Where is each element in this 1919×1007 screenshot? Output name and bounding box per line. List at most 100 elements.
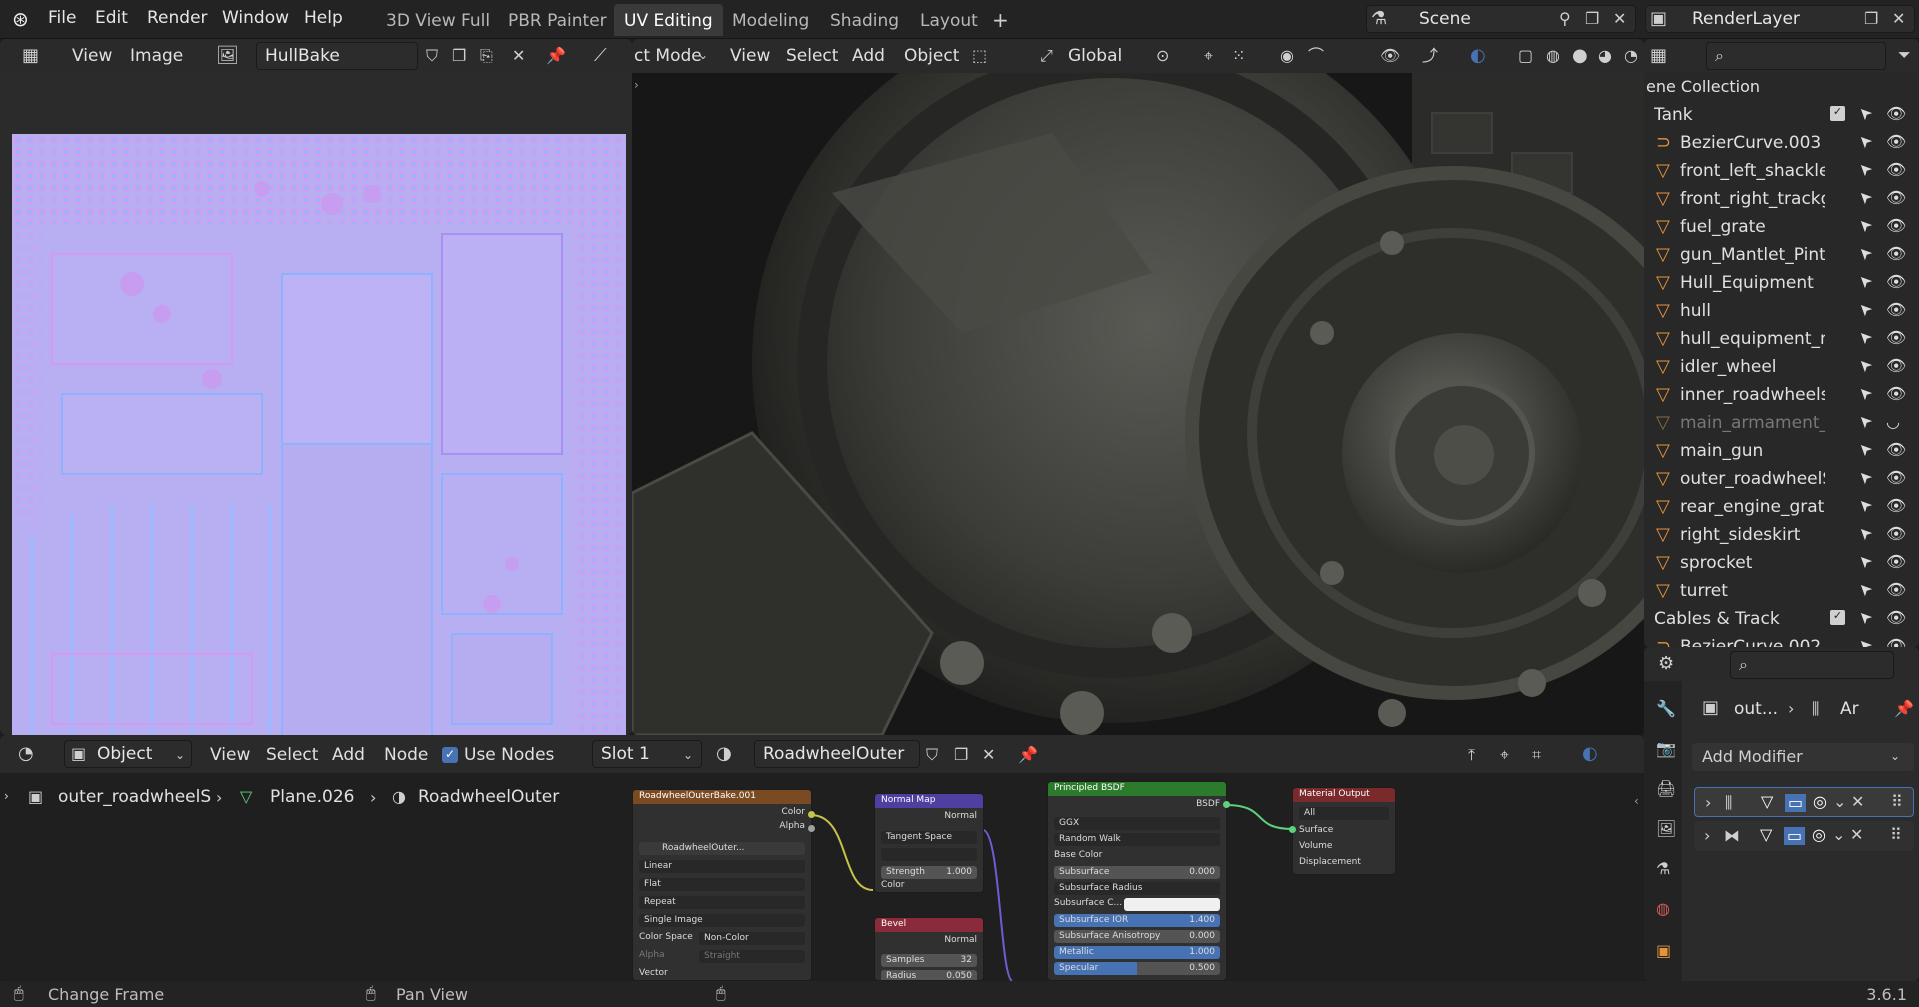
menu-image[interactable]: Image [130,46,183,66]
pivot-point-icon[interactable]: ⊙ [1156,48,1169,64]
selectable-icon[interactable]: ➤ [1853,550,1876,573]
view-layer-selector[interactable]: ▣ RenderLayer ❐ ✕ [1645,5,1915,33]
chevron-right-icon[interactable]: › [634,79,639,91]
principled-bsdf-node[interactable]: Principled BSDF BSDF GGX Random Walk Bas… [1047,781,1227,981]
scene-tab-icon[interactable]: ⚗ [1656,861,1670,877]
selectable-icon[interactable]: ➤ [1853,186,1876,209]
add-modifier-button[interactable]: Add Modifier ⌄ [1692,743,1914,771]
selectable-icon[interactable]: ➤ [1853,102,1876,125]
selectable-icon[interactable]: ➤ [1853,438,1876,461]
pin-icon[interactable]: 📌 [1894,701,1914,717]
visibility-eye-icon[interactable]: 👁 [1886,552,1906,571]
source-dropdown[interactable]: Single Image [639,914,805,927]
tab-shading[interactable]: Shading [820,4,909,36]
chevron-right-icon[interactable]: › [1704,828,1710,844]
material-output-node[interactable]: Material Output All Surface Volume Displ… [1292,787,1396,875]
socket[interactable] [808,811,815,818]
menu-edit[interactable]: Edit [95,8,128,28]
tab-3d-view-full[interactable]: 3D View Full [376,4,500,36]
snap-icon[interactable]: ⌖ [1204,48,1213,64]
subsurface-ior-slider[interactable]: Subsurface IOR 1.400 [1054,914,1220,927]
object-tab-icon[interactable]: ▣ [1656,943,1671,959]
menu-help[interactable]: Help [304,8,343,28]
sample-tool-icon[interactable]: ⟋ [594,47,607,65]
selectable-icon[interactable]: ➤ [1853,214,1876,237]
outliner-row[interactable]: ✓ Cables & Track ➤ 👁 [1644,605,1914,633]
selectable-icon[interactable]: ➤ [1853,354,1876,377]
chevron-right-icon[interactable]: › [1705,795,1711,811]
node-title[interactable]: RoadwheelOuterBake.001 [633,790,811,804]
editor-type-icon[interactable]: ▦ [1650,47,1667,65]
selectable-icon[interactable]: ➤ [1853,578,1876,601]
selectable-icon[interactable]: ➤ [1853,130,1876,153]
visibility-icon[interactable]: 👁 [1380,48,1400,64]
image-texture-node[interactable]: RoadwheelOuterBake.001 Color Alpha Roadw… [632,789,812,981]
open-image-icon[interactable]: ⎘ [480,48,493,64]
chevron-down-icon[interactable]: ⌄ [1832,827,1845,843]
fake-user-icon[interactable]: ⛉ [426,48,438,64]
outliner-row[interactable]: ▽ gun_Mantlet_Pintle ➤ 👁 [1644,241,1914,269]
selectable-icon[interactable]: ➤ [1853,606,1876,629]
view-layer-tab-icon[interactable]: 🖼 [1656,821,1676,837]
radius-field[interactable]: Radius 0.050 [881,970,977,980]
add-workspace-icon[interactable]: + [992,10,1009,30]
tab-pbr-painter[interactable]: PBR Painter [498,4,617,36]
delete-modifier-icon[interactable]: ✕ [1850,827,1863,843]
outliner-row[interactable]: ▽ front_right_trackgu ➤ 👁 [1644,185,1914,213]
selectable-icon[interactable]: ➤ [1853,298,1876,321]
outliner-row[interactable]: ▽ hull_equipment_mi ➤ 👁 [1644,325,1914,353]
interaction-mode[interactable]: ct Mode [634,46,702,66]
visibility-eye-icon[interactable]: 👁 [1886,384,1906,403]
visibility-eye-icon[interactable]: ◡ [1886,412,1900,431]
socket[interactable] [1223,801,1230,808]
subsurface-method-dropdown[interactable]: Random Walk [1054,833,1220,846]
selectable-icon[interactable]: ➤ [1853,158,1876,181]
transform-orientation[interactable]: Global [1068,46,1122,66]
node-title[interactable]: Principled BSDF [1048,782,1226,796]
outliner-row[interactable]: ⊃ BezierCurve.003 ➤ 👁 [1644,129,1914,157]
outliner-row[interactable]: ▽ inner_roadwheels ➤ 👁 [1644,381,1914,409]
distribution-dropdown[interactable]: GGX [1054,817,1220,830]
outliner-row[interactable]: ▽ turret ➤ 👁 [1644,577,1914,605]
scene-collection-label[interactable]: ene Collection [1646,77,1760,96]
normal-map-node[interactable]: Normal Map Normal Tangent Space Strength… [874,793,984,893]
node-title[interactable]: Material Output [1293,788,1395,802]
image-browse-icon[interactable]: 🖼 [216,47,239,65]
snap-target-icon[interactable]: ⁙ [1232,48,1245,64]
editor-type-icon[interactable]: ▦ [22,47,39,65]
modifier-panel-1[interactable]: › ⫼ ▽ ▭ ◎ ⌄ ✕ ⠿ [1694,787,1914,817]
image-field[interactable]: RoadwheelOuter... [639,842,805,855]
selectable-icon[interactable]: ➤ [1853,326,1876,349]
tank-wheel-render[interactable] [632,73,1644,735]
subsurface-color-swatch[interactable] [1124,898,1220,911]
new-scene-icon[interactable]: ❐ [1585,11,1599,27]
extension-dropdown[interactable]: Repeat [639,896,805,909]
pin-icon[interactable]: ⚲ [1559,11,1571,27]
visibility-eye-icon[interactable]: 👁 [1886,160,1906,179]
subsurface-radius-dropdown[interactable]: Subsurface Radius [1054,882,1220,895]
menu-view[interactable]: View [72,46,112,66]
exclude-checkbox[interactable]: ✓ [1830,106,1845,121]
modifier-panel-2[interactable]: › ⧓ ▽ ▭ ◎ ⌄ ✕ ⠿ [1694,821,1914,851]
visibility-eye-icon[interactable]: 👁 [1886,496,1906,515]
visibility-eye-icon[interactable]: 👁 [1886,356,1906,375]
bevel-node[interactable]: Bevel Normal Samples 32 Radius 0.050 [874,917,984,981]
menu-window[interactable]: Window [222,8,289,28]
render-toggle-icon[interactable]: ◎ [1812,827,1826,843]
outliner-row[interactable]: ▽ right_sideskirt ➤ 👁 [1644,521,1914,549]
filter-icon[interactable]: ⏷ [1898,47,1911,63]
editor-type-icon[interactable]: ⚙ [1658,655,1674,673]
color-space-dropdown[interactable]: Non-Color [699,932,805,945]
render-toggle-icon[interactable]: ◎ [1813,794,1827,810]
delete-modifier-icon[interactable]: ✕ [1851,794,1864,810]
object-name-short[interactable]: out... [1734,699,1778,719]
visibility-eye-icon[interactable]: 👁 [1886,468,1906,487]
close-icon[interactable]: ✕ [1892,11,1905,27]
target-dropdown[interactable]: All [1299,807,1389,820]
metallic-slider[interactable]: Metallic 1.000 [1054,946,1220,959]
strength-slider[interactable]: Strength 1.000 [881,866,977,879]
outliner-row[interactable]: ▽ idler_wheel ➤ 👁 [1644,353,1914,381]
visibility-eye-icon[interactable]: 👁 [1886,608,1906,627]
visibility-eye-icon[interactable]: 👁 [1886,524,1906,543]
realtime-toggle-icon[interactable]: ▭ [1785,794,1807,812]
